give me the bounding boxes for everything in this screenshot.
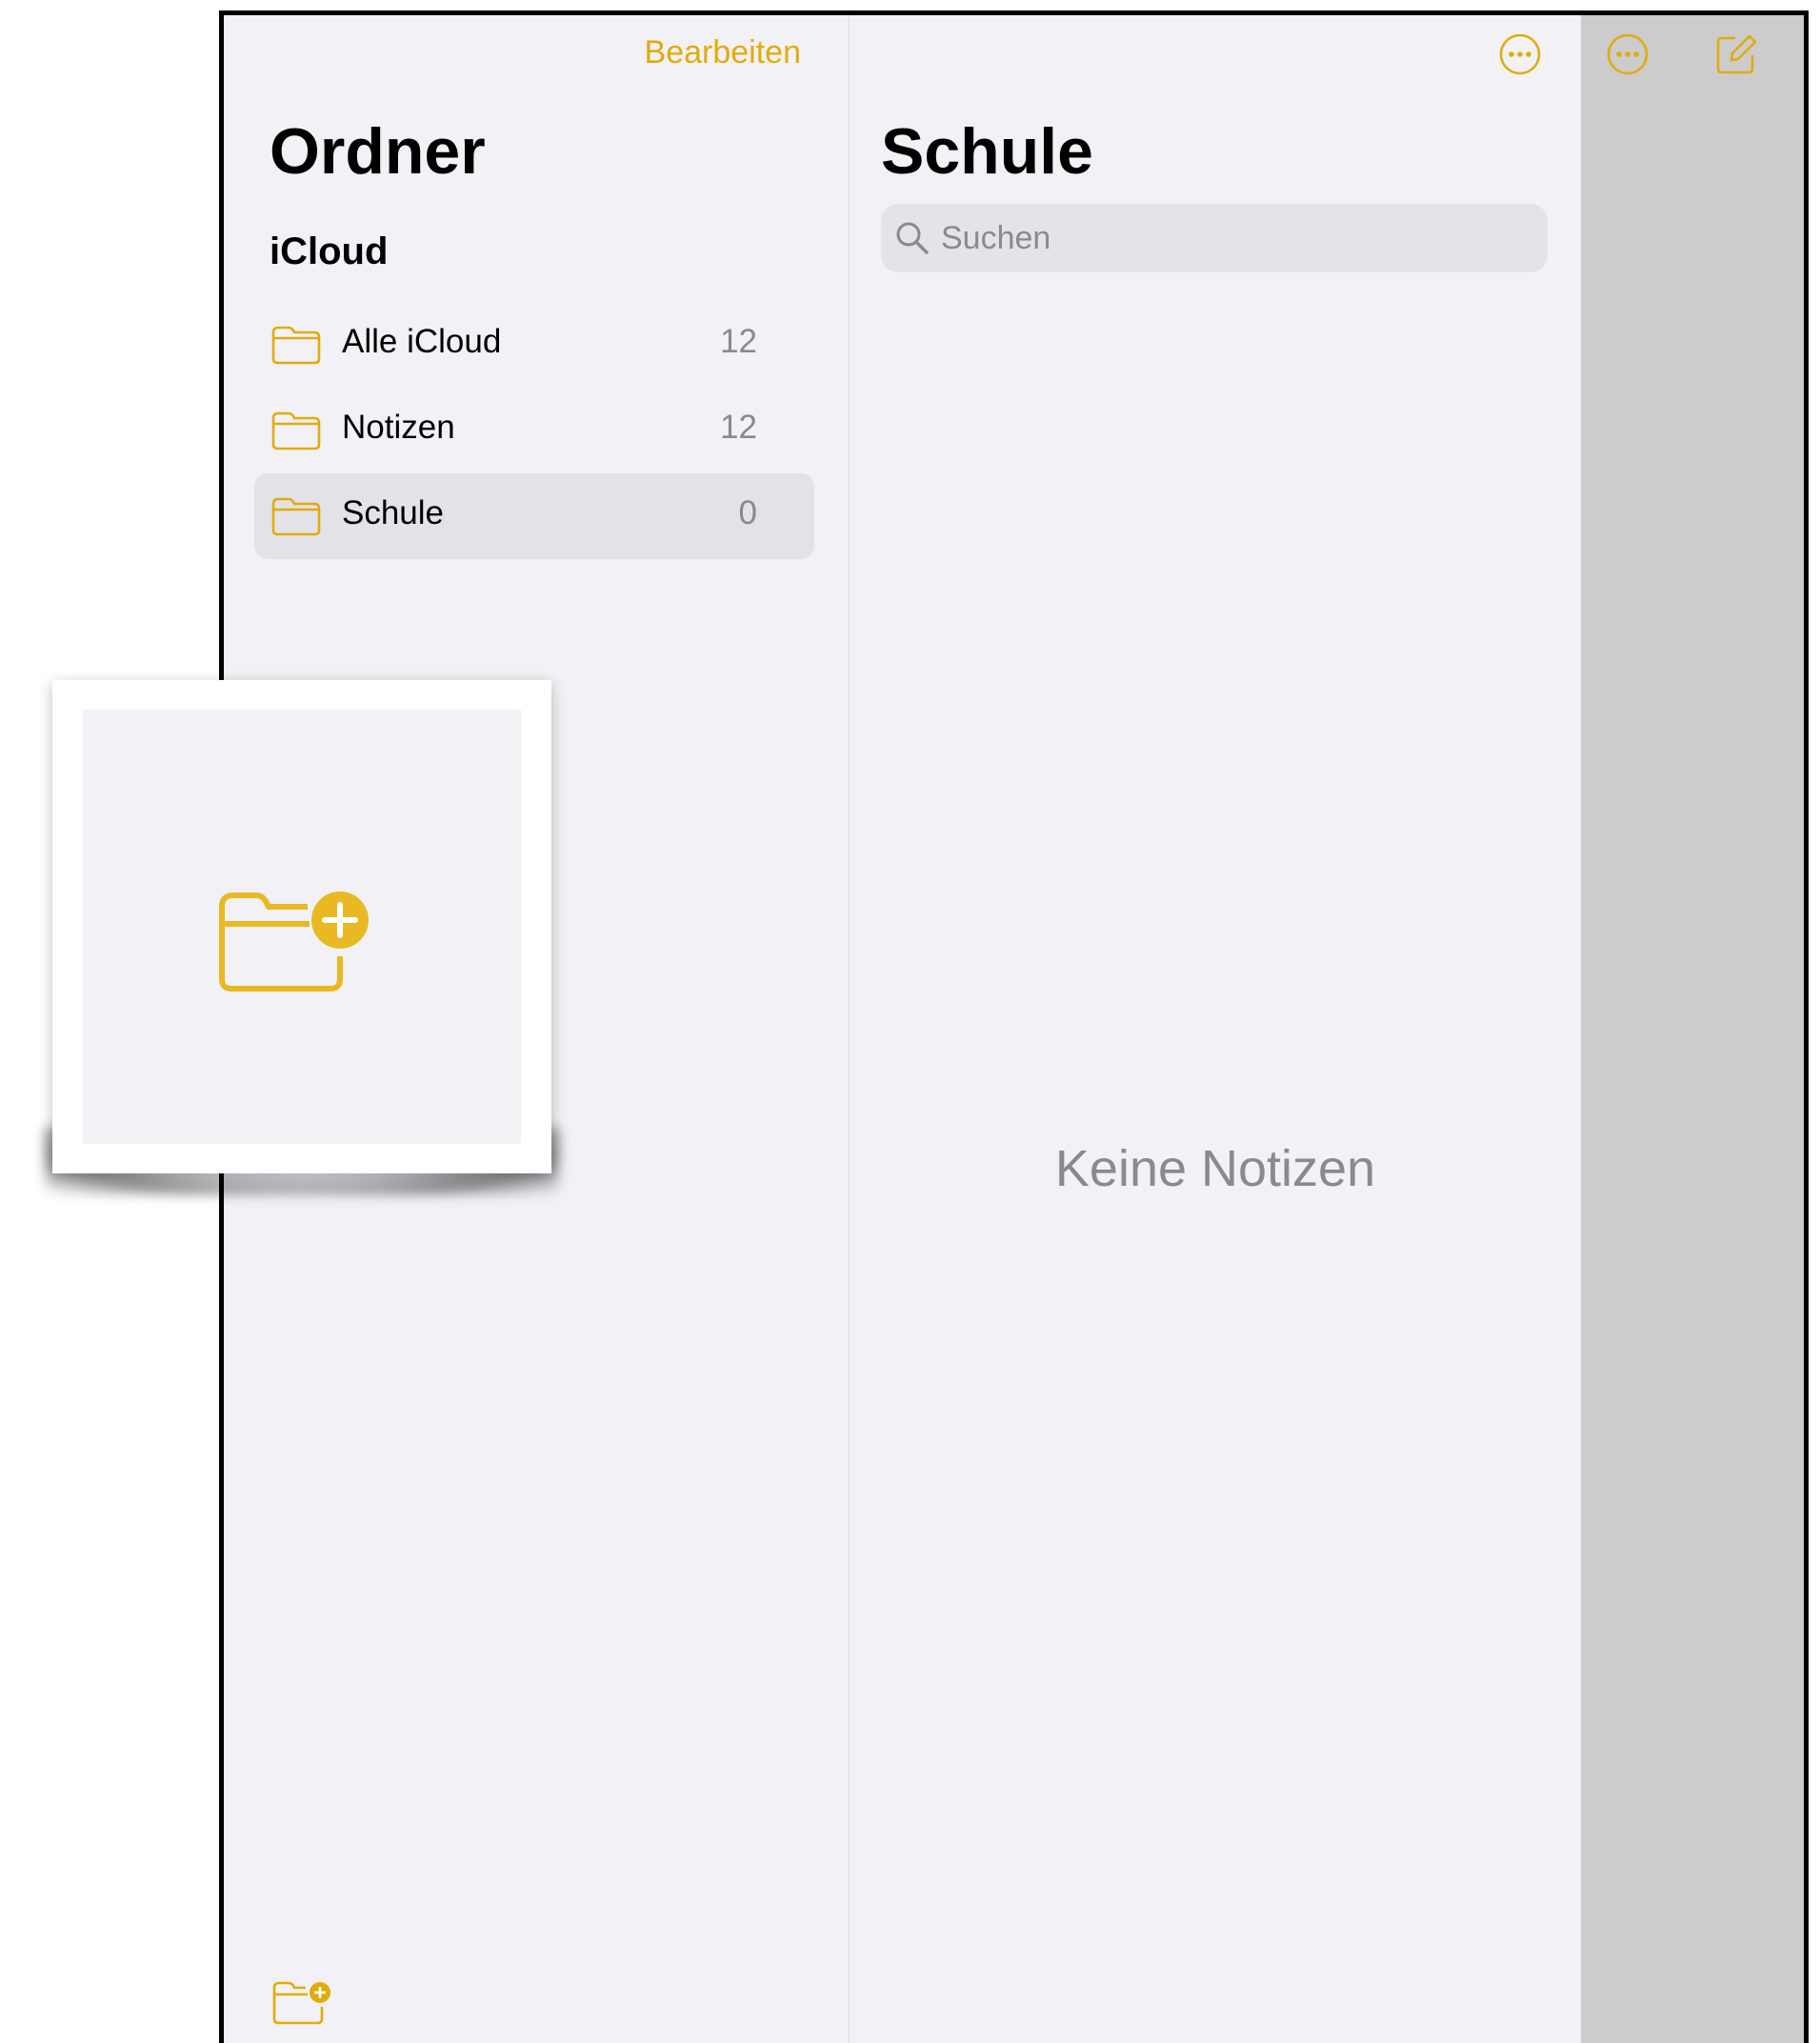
folder-row-notizen[interactable]: Notizen 12 [254,388,814,473]
folder-name: Alle iCloud [342,323,502,360]
folder-name: Notizen [342,409,455,446]
notes-list-pane: Schule Suchen Keine Notizen [850,15,1581,2043]
search-field[interactable]: Suchen [881,204,1548,272]
ellipsis-circle-icon[interactable] [1498,32,1542,76]
folder-icon [271,326,321,365]
folder-count: 0 [738,494,757,531]
sidebar-title: Ordner [270,115,486,188]
folder-row-schule[interactable]: Schule 0 [254,473,814,559]
folder-icon [271,497,321,536]
compose-icon[interactable] [1714,32,1758,76]
zoom-callout [45,680,559,1194]
folder-icon [271,411,321,451]
edit-button[interactable]: Bearbeiten [645,34,801,71]
callout-frame [52,680,551,1173]
detail-pane [1581,15,1804,2043]
notes-list-title: Schule [881,115,1093,188]
search-placeholder: Suchen [941,220,1051,256]
folder-name: Schule [342,494,445,531]
folder-count: 12 [720,409,757,446]
new-folder-icon [219,891,369,991]
folder-count: 12 [720,323,757,360]
folder-row-alle-icloud[interactable]: Alle iCloud 12 [254,302,814,388]
callout-content [83,710,521,1144]
ellipsis-circle-icon[interactable] [1606,32,1650,76]
icloud-section-title: iCloud [270,230,389,272]
new-folder-icon[interactable] [271,1978,332,2026]
empty-state-text: Keine Notizen [1054,1140,1376,1197]
search-icon [896,222,929,254]
